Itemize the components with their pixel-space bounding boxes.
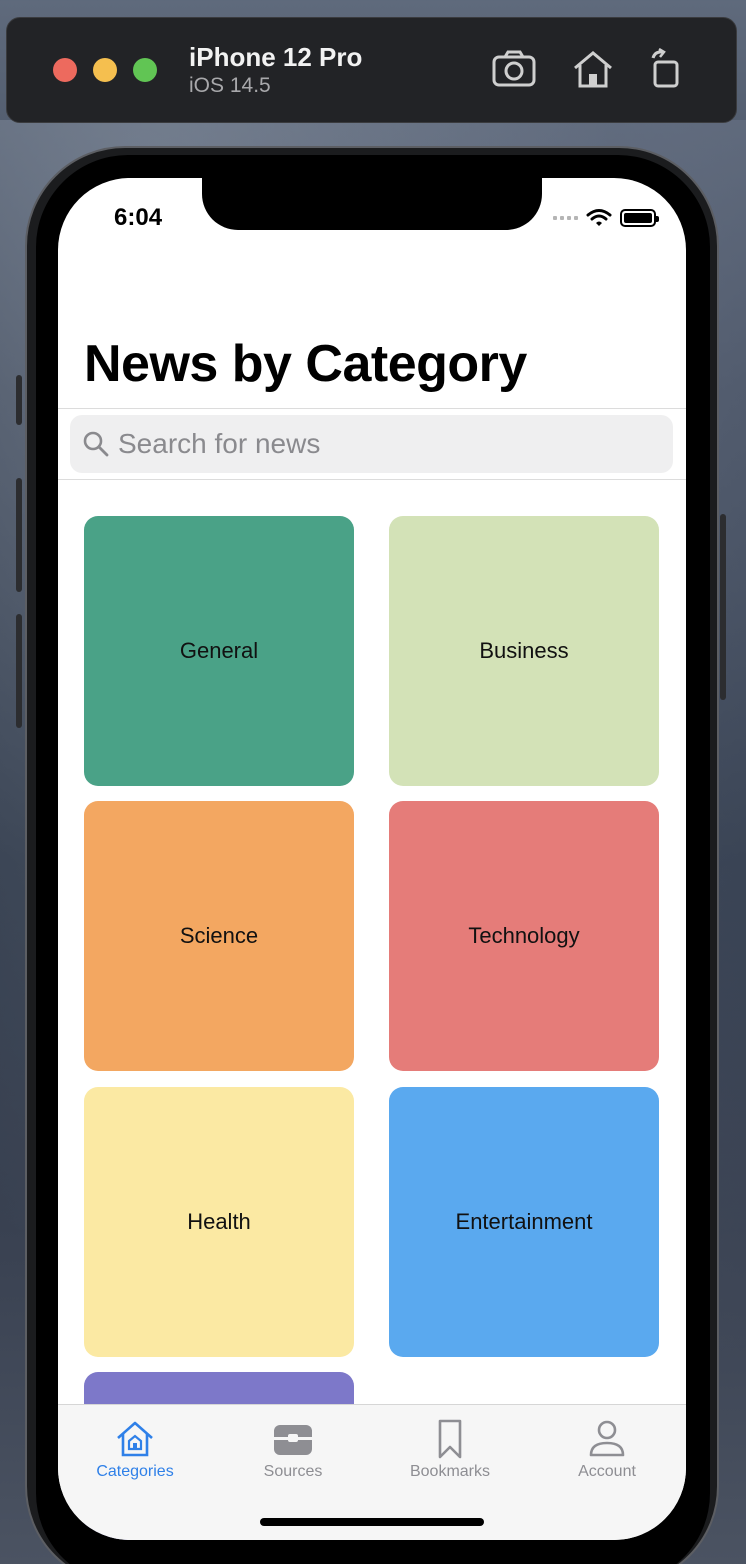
status-icons: [553, 208, 659, 228]
app-screen: 6:04 News by Category General Business S…: [58, 178, 686, 1540]
status-time: 6:04: [114, 204, 163, 231]
category-tile-entertainment[interactable]: Entertainment: [389, 1087, 659, 1357]
tab-label: Sources: [263, 1463, 323, 1480]
category-label: Science: [179, 923, 259, 948]
simulator-title-bar: iPhone 12 Pro iOS 14.5: [6, 17, 737, 123]
battery-icon: [620, 209, 659, 227]
tab-bookmarks[interactable]: Bookmarks: [385, 1417, 515, 1481]
category-tile-business[interactable]: Business: [389, 516, 659, 786]
camera-icon[interactable]: [491, 48, 537, 90]
zoom-window-button[interactable]: [133, 58, 157, 82]
simulator-device-name: iPhone 12 Pro: [189, 42, 363, 72]
volume-down-button: [16, 614, 22, 728]
category-tile-science[interactable]: Science: [84, 801, 354, 1071]
tab-categories[interactable]: Categories: [70, 1417, 200, 1481]
house-icon: [117, 1421, 153, 1457]
simulator-os-version: iOS 14.5: [189, 74, 271, 97]
category-label: General: [179, 638, 259, 663]
page-title: News by Category: [84, 335, 527, 393]
minimize-window-button[interactable]: [93, 58, 117, 82]
volume-up-button: [16, 478, 22, 592]
notch: [202, 178, 542, 230]
bookmark-icon: [438, 1419, 462, 1459]
power-button: [720, 514, 726, 700]
category-label: Health: [187, 1209, 251, 1234]
tab-label: Account: [578, 1463, 636, 1480]
category-label: Business: [479, 638, 569, 663]
person-icon: [589, 1420, 625, 1457]
tab-label: Bookmarks: [409, 1463, 491, 1480]
close-window-button[interactable]: [53, 58, 77, 82]
tab-sources[interactable]: Sources: [228, 1417, 358, 1481]
category-tile-health[interactable]: Health: [84, 1087, 354, 1357]
category-tile-technology[interactable]: Technology: [389, 801, 659, 1071]
search-divider: [58, 479, 686, 480]
rotate-icon[interactable]: [645, 47, 691, 90]
tab-account[interactable]: Account: [542, 1417, 672, 1481]
category-label: Technology: [468, 923, 580, 948]
category-label: Entertainment: [455, 1209, 593, 1234]
home-icon[interactable]: [570, 48, 616, 90]
cellular-signal-icon: [553, 216, 578, 220]
category-tile-general[interactable]: General: [84, 516, 354, 786]
search-bar[interactable]: [70, 415, 673, 473]
home-indicator: [260, 1518, 484, 1526]
search-input[interactable]: [118, 428, 658, 460]
search-icon: [83, 431, 109, 457]
wifi-icon: [586, 209, 612, 226]
mute-switch: [16, 375, 22, 425]
tray-icon: [274, 1425, 312, 1455]
header-divider: [58, 408, 686, 409]
tab-label: Categories: [96, 1463, 174, 1480]
